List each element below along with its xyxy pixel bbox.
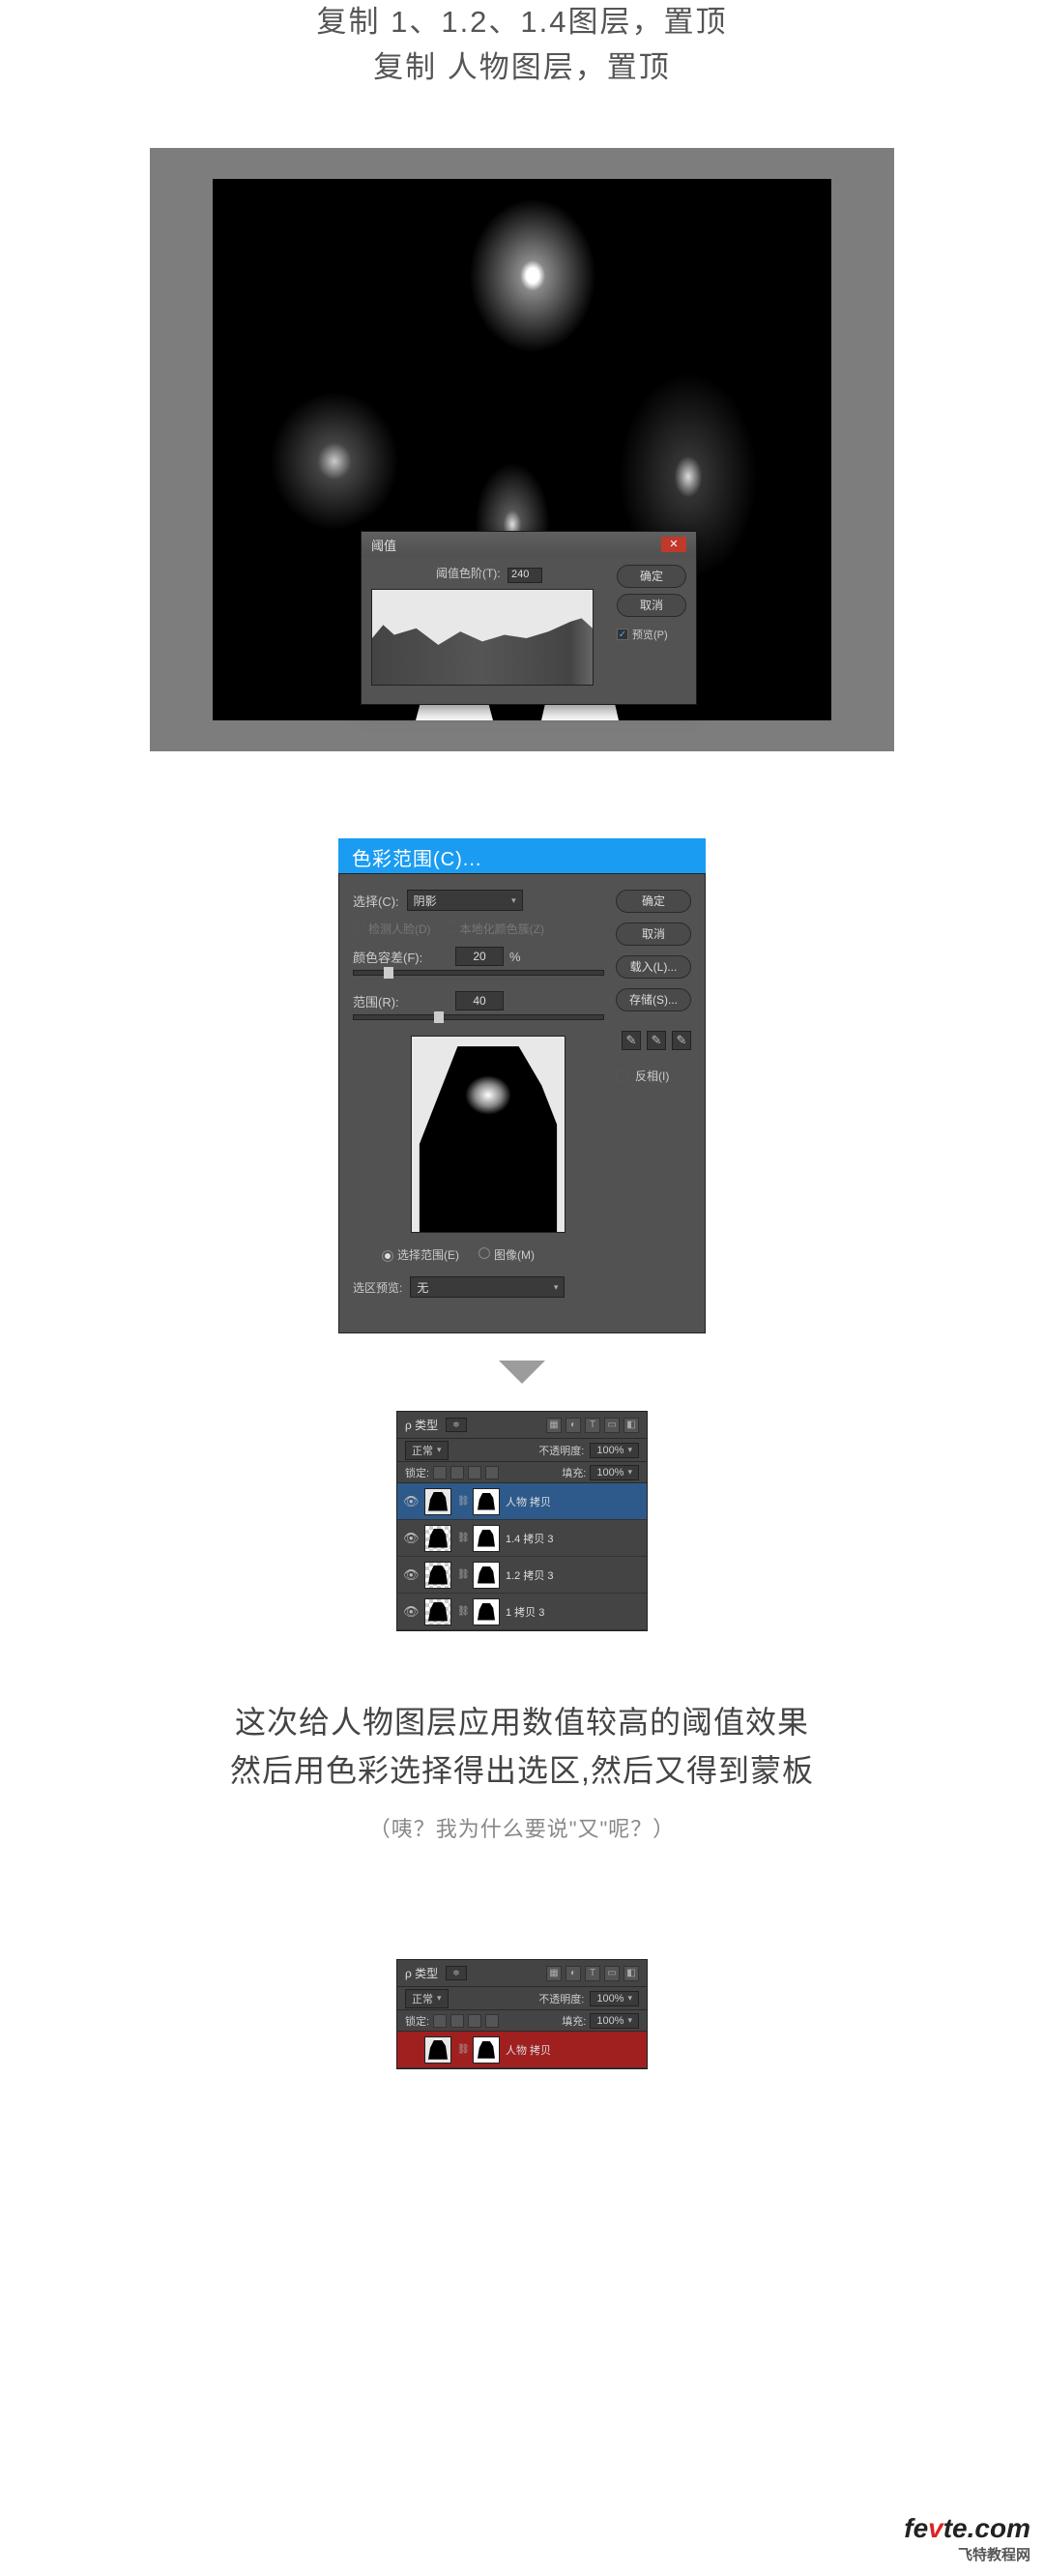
- cr-save-button[interactable]: 存储(S)...: [616, 988, 691, 1011]
- lock-pixels-icon[interactable]: [450, 2014, 464, 2028]
- layer-item[interactable]: 👁 ⛓ 人物 拷贝: [397, 1483, 647, 1520]
- filter-pixel-icon[interactable]: ▦: [546, 1418, 562, 1433]
- lock-transparent-icon[interactable]: [433, 1466, 447, 1479]
- layer-thumb: [424, 1525, 451, 1552]
- layer-item[interactable]: 👁 ⛓ 1 拷贝 3: [397, 1594, 647, 1630]
- cr-invert-checkbox[interactable]: [616, 1070, 627, 1082]
- visibility-icon[interactable]: 👁: [403, 1531, 419, 1546]
- lock-pixels-icon[interactable]: [450, 1466, 464, 1479]
- threshold-title-text: 阈值: [371, 536, 396, 554]
- layer-thumb: [424, 1488, 451, 1515]
- close-icon[interactable]: ✕: [661, 537, 686, 552]
- layer-thumb: [424, 1562, 451, 1589]
- filter-shape-icon[interactable]: ▭: [604, 1418, 620, 1433]
- threshold-histogram: [371, 589, 594, 686]
- cr-range-label: 范围(R):: [353, 992, 450, 1010]
- fill-input[interactable]: 100%▾: [590, 1465, 639, 1480]
- threshold-preview-checkbox[interactable]: ✓ 预览(P): [617, 627, 686, 642]
- lock-all-icon[interactable]: [485, 2014, 499, 2028]
- threshold-level-input[interactable]: 240: [508, 568, 542, 583]
- visibility-icon[interactable]: 👁: [403, 1494, 419, 1509]
- threshold-titlebar: 阈值 ✕: [362, 532, 696, 557]
- lock-position-icon[interactable]: [468, 2014, 481, 2028]
- mask-thumb[interactable]: [473, 1562, 500, 1589]
- color-range-menu-item[interactable]: 色彩范围(C)...: [338, 838, 706, 873]
- cr-preview-dropdown[interactable]: 无 ▾: [410, 1276, 565, 1298]
- layer-thumb: [424, 1598, 451, 1625]
- filter-shape-icon[interactable]: ▭: [604, 1966, 620, 1981]
- eyedropper-sub-icon[interactable]: ✎: [672, 1031, 691, 1050]
- lock-position-icon[interactable]: [468, 1466, 481, 1479]
- blend-mode-dropdown[interactable]: 正常▾: [405, 1441, 449, 1460]
- cr-cancel-button[interactable]: 取消: [616, 922, 691, 946]
- threshold-cancel-button[interactable]: 取消: [617, 594, 686, 617]
- cr-ok-button[interactable]: 确定: [616, 890, 691, 913]
- watermark: fevte.com 飞特教程网: [904, 2513, 1030, 2564]
- cr-select-dropdown[interactable]: 阴影 ▾: [407, 890, 523, 911]
- visibility-icon[interactable]: 👁: [403, 1567, 419, 1583]
- opacity-input-2[interactable]: 100%▾: [590, 1991, 639, 2006]
- opacity-input[interactable]: 100%▾: [590, 1443, 639, 1458]
- layers-panel-2: ρ 类型 ≑ ▦ ◐ T ▭ ◧ 正常▾ 不透明度: 100%▾ 锁定: 填充:…: [396, 1959, 648, 2069]
- arrow-down-icon: [499, 1361, 545, 1384]
- mask-thumb[interactable]: [473, 1525, 500, 1552]
- visibility-icon[interactable]: 👁: [403, 1604, 419, 1620]
- chevron-down-icon: ▾: [511, 895, 516, 906]
- lp-kind-dropdown[interactable]: ≑: [446, 1418, 467, 1432]
- link-icon: ⛓: [457, 1569, 467, 1580]
- cr-fuzziness-input[interactable]: 20: [455, 947, 504, 966]
- cr-radio-selection[interactable]: 选择范围(E): [382, 1246, 459, 1263]
- filter-adjust-icon[interactable]: ◐: [566, 1966, 581, 1981]
- cr-select-label: 选择(C):: [353, 892, 399, 910]
- cr-range-input[interactable]: 40: [455, 991, 504, 1010]
- layer-item[interactable]: 👁 ⛓ 1.2 拷贝 3: [397, 1557, 647, 1594]
- filter-smart-icon[interactable]: ◧: [624, 1966, 639, 1981]
- lock-all-icon[interactable]: [485, 1466, 499, 1479]
- chevron-down-icon: ▾: [554, 1282, 559, 1293]
- instruction-line-2: 复制 人物图层，置顶: [0, 45, 1044, 91]
- threshold-level-label: 阈值色阶(T):: [436, 567, 501, 580]
- mask-thumb[interactable]: [473, 1598, 500, 1625]
- layer-item[interactable]: ⛓ 人物 拷贝: [397, 2032, 647, 2068]
- main-screenshot: 阈值 ✕ 阈值色阶(T): 240 确定 取消 ✓ 预览(P): [150, 148, 894, 751]
- top-instructions: 复制 1、1.2、1.4图层，置顶 复制 人物图层，置顶: [0, 0, 1044, 90]
- link-icon: ⛓: [457, 2044, 467, 2055]
- cr-preview-label: 选区预览:: [353, 1279, 402, 1296]
- cr-preview: [411, 1036, 566, 1233]
- mask-thumb[interactable]: [473, 2036, 500, 2064]
- eyedropper-icon[interactable]: ✎: [622, 1031, 641, 1050]
- mask-thumb[interactable]: [473, 1488, 500, 1515]
- color-range-dialog: 选择(C): 阴影 ▾ 检测人脸(D) 本地化颜色簇(Z) 颜色容差(F): 2…: [338, 873, 706, 1333]
- filter-adjust-icon[interactable]: ◐: [566, 1418, 581, 1433]
- cr-load-button[interactable]: 载入(L)...: [616, 955, 691, 979]
- filter-pixel-icon[interactable]: ▦: [546, 1966, 562, 1981]
- link-icon: ⛓: [457, 1533, 467, 1543]
- layer-item[interactable]: 👁 ⛓ 1.4 拷贝 3: [397, 1520, 647, 1557]
- link-icon: ⛓: [457, 1606, 467, 1617]
- threshold-ok-button[interactable]: 确定: [617, 565, 686, 588]
- layer-thumb: [424, 2036, 451, 2064]
- layers-panel-1: ρ 类型 ≑ ▦ ◐ T ▭ ◧ 正常▾ 不透明度: 100%▾ 锁定: 填充:…: [396, 1411, 648, 1631]
- filter-smart-icon[interactable]: ◧: [624, 1418, 639, 1433]
- lp-kind-dropdown-2[interactable]: ≑: [446, 1966, 467, 1980]
- cr-fuzziness-slider[interactable]: [353, 970, 604, 976]
- lp-kind-label: ρ 类型: [405, 1417, 438, 1433]
- filter-type-icon[interactable]: T: [585, 1966, 600, 1981]
- filter-type-icon[interactable]: T: [585, 1418, 600, 1433]
- threshold-level-row: 阈值色阶(T): 240: [371, 565, 607, 583]
- lp-kind-label-2: ρ 类型: [405, 1965, 438, 1981]
- instruction-line-1: 复制 1、1.2、1.4图层，置顶: [0, 0, 1044, 45]
- cr-range-slider[interactable]: [353, 1014, 604, 1020]
- blend-mode-dropdown-2[interactable]: 正常▾: [405, 1989, 449, 2008]
- eyedropper-add-icon[interactable]: ✎: [647, 1031, 666, 1050]
- explanation-sub: （咦？我为什么要说"又"呢？）: [0, 1812, 1044, 1843]
- cr-radio-image[interactable]: 图像(M): [478, 1246, 535, 1263]
- fill-input-2[interactable]: 100%▾: [590, 2013, 639, 2029]
- lock-transparent-icon[interactable]: [433, 2014, 447, 2028]
- cr-fuzziness-label: 颜色容差(F):: [353, 948, 450, 966]
- explanation: 这次给人物图层应用数值较高的阈值效果 然后用色彩选择得出选区,然后又得到蒙板: [0, 1699, 1044, 1795]
- threshold-dialog: 阈值 ✕ 阈值色阶(T): 240 确定 取消 ✓ 预览(P): [361, 531, 697, 705]
- link-icon: ⛓: [457, 1496, 467, 1507]
